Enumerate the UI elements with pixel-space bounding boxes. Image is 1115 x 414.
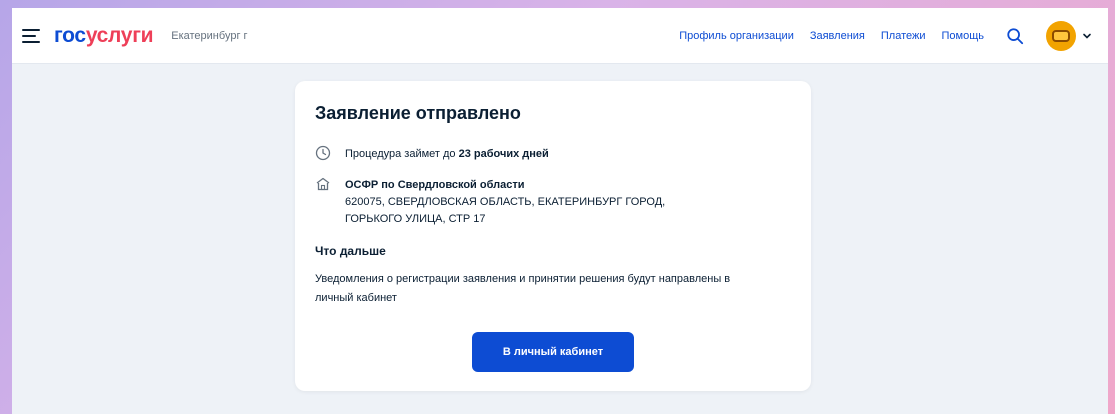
card-title: Заявление отправлено — [315, 103, 521, 123]
logo-part1: гос — [54, 23, 86, 47]
clock-icon — [315, 145, 331, 161]
office-details: ОСФР по Свердловской области 620075, СВЕ… — [345, 177, 665, 228]
next-steps-title: Что дальше — [315, 244, 386, 258]
confirmation-card: Заявление отправлено Процедура займет до… — [295, 81, 811, 391]
office-name: ОСФР по Свердловской области — [345, 179, 525, 191]
logo[interactable]: госуслуги — [54, 23, 154, 48]
personal-account-button[interactable]: В личный кабинет — [472, 332, 634, 372]
duration-value: 23 рабочих дней — [458, 148, 549, 160]
duration-text: Процедура займет до 23 рабочих дней — [345, 146, 549, 163]
nav-help[interactable]: Помощь — [942, 30, 985, 42]
button-container: В личный кабинет — [295, 332, 811, 372]
app-screen: госуслуги Екатеринбург г Профиль организ… — [12, 8, 1108, 414]
header: госуслуги Екатеринбург г Профиль организ… — [12, 8, 1108, 64]
office-row: ОСФР по Свердловской области 620075, СВЕ… — [315, 177, 791, 228]
duration-row: Процедура займет до 23 рабочих дней — [315, 145, 791, 163]
address-line-2: ГОРЬКОГО УЛИЦА, СТР 17 — [345, 213, 486, 225]
building-icon — [316, 177, 330, 191]
city-selector[interactable]: Екатеринбург г — [171, 30, 247, 42]
nav-applications[interactable]: Заявления — [810, 30, 865, 42]
logo-part2: услуги — [85, 23, 154, 47]
duration-prefix: Процедура займет до — [345, 148, 456, 160]
nav-payments[interactable]: Платежи — [881, 30, 926, 42]
nav-profile-organization[interactable]: Профиль организации — [679, 30, 794, 42]
avatar-icon[interactable] — [1046, 20, 1076, 51]
next-steps-text: Уведомления о регистрации заявления и пр… — [315, 273, 731, 304]
address-line-1: 620075, СВЕРДЛОВСКАЯ ОБЛАСТЬ, ЕКАТЕРИНБУ… — [345, 196, 666, 208]
top-nav: Профиль организации Заявления Платежи По… — [663, 20, 1092, 51]
search-icon[interactable] — [1006, 27, 1024, 45]
menu-icon[interactable] — [22, 28, 42, 43]
chevron-down-icon[interactable] — [1082, 31, 1092, 41]
